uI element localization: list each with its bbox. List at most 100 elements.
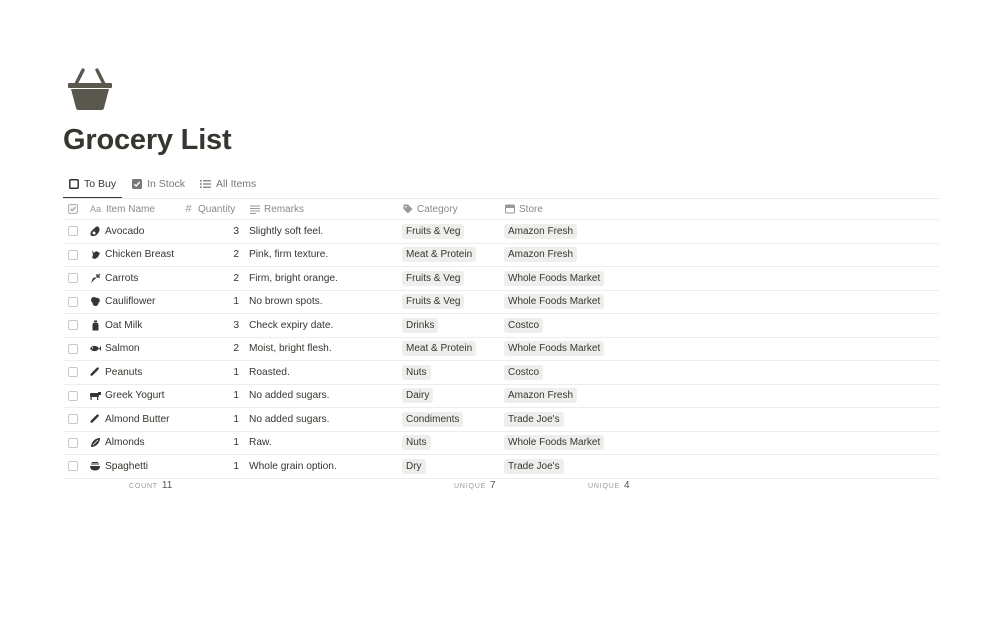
item-name-cell[interactable]: Cauliflower bbox=[89, 291, 155, 314]
quantity-cell[interactable]: 2 bbox=[183, 338, 239, 361]
remarks-cell[interactable]: No added sugars. bbox=[249, 385, 329, 408]
item-name: Cauliflower bbox=[105, 296, 156, 308]
store-cell[interactable]: Trade Joe's bbox=[504, 455, 564, 478]
store-cell[interactable]: Amazon Fresh bbox=[504, 385, 578, 408]
category-cell[interactable]: Drinks bbox=[402, 314, 439, 337]
column-header-category[interactable]: Category bbox=[402, 199, 458, 219]
column-label: Item Name bbox=[106, 203, 155, 215]
remarks-cell[interactable]: Check expiry date. bbox=[249, 314, 333, 337]
quantity-cell[interactable]: 1 bbox=[183, 432, 239, 455]
basket-icon[interactable] bbox=[66, 68, 114, 112]
item-name-cell[interactable]: Carrots bbox=[89, 267, 138, 290]
store-cell[interactable]: Costco bbox=[504, 314, 544, 337]
category-cell[interactable]: Dry bbox=[402, 455, 426, 478]
count-aggregate[interactable]: COUNT 11 bbox=[129, 480, 172, 491]
remarks-cell[interactable]: Pink, firm texture. bbox=[249, 244, 328, 267]
aggregate-value: 4 bbox=[624, 480, 630, 491]
table-row[interactable]: Spaghetti 1 Whole grain option. Dry Trad… bbox=[63, 455, 939, 479]
table-row[interactable]: Avocado 3 Slightly soft feel. Fruits & V… bbox=[63, 220, 939, 244]
category-cell[interactable]: Fruits & Veg bbox=[402, 267, 465, 290]
store-tag: Trade Joe's bbox=[504, 458, 564, 474]
category-cell[interactable]: Fruits & Veg bbox=[402, 291, 465, 314]
checkbox-icon bbox=[68, 249, 78, 260]
category-cell[interactable]: Nuts bbox=[402, 361, 431, 384]
store-tag: Costco bbox=[504, 364, 544, 380]
table-row[interactable]: Chicken Breast 2 Pink, firm texture. Mea… bbox=[63, 244, 939, 267]
category-unique-aggregate[interactable]: UNIQUE 7 bbox=[454, 480, 496, 491]
item-name-cell[interactable]: Oat Milk bbox=[89, 314, 142, 337]
remarks-cell[interactable]: No brown spots. bbox=[249, 291, 323, 314]
row-checkbox[interactable] bbox=[68, 244, 80, 267]
row-checkbox[interactable] bbox=[68, 361, 80, 384]
row-checkbox[interactable] bbox=[68, 385, 80, 408]
quantity-cell[interactable]: 3 bbox=[183, 314, 239, 337]
category-cell[interactable]: Fruits & Veg bbox=[402, 220, 465, 243]
table-row[interactable]: Almond Butter 1 No added sugars. Condime… bbox=[63, 408, 939, 432]
store-cell[interactable]: Costco bbox=[504, 361, 544, 384]
checkbox-icon bbox=[68, 226, 78, 237]
remarks-cell[interactable]: Whole grain option. bbox=[249, 455, 337, 478]
row-checkbox[interactable] bbox=[68, 314, 80, 337]
quantity-cell[interactable]: 1 bbox=[183, 291, 239, 314]
item-name-cell[interactable]: Salmon bbox=[89, 338, 140, 361]
store-tag: Trade Joe's bbox=[504, 411, 564, 427]
remarks-cell[interactable]: Slightly soft feel. bbox=[249, 220, 323, 243]
category-cell[interactable]: Dairy bbox=[402, 385, 434, 408]
category-cell[interactable]: Meat & Protein bbox=[402, 338, 477, 361]
remarks-cell[interactable]: Raw. bbox=[249, 432, 272, 455]
list-icon bbox=[200, 179, 212, 190]
column-header-quantity[interactable]: # Quantity bbox=[183, 199, 239, 219]
tab-in-stock[interactable]: In Stock bbox=[126, 173, 191, 195]
row-checkbox[interactable] bbox=[68, 455, 80, 478]
category-cell[interactable]: Nuts bbox=[402, 432, 431, 455]
table-row[interactable]: Salmon 2 Moist, bright flesh. Meat & Pro… bbox=[63, 338, 939, 361]
row-checkbox[interactable] bbox=[68, 291, 80, 314]
tab-to-buy[interactable]: To Buy bbox=[63, 173, 123, 199]
table-row[interactable]: Greek Yogurt 1 No added sugars. Dairy Am… bbox=[63, 385, 939, 408]
store-cell[interactable]: Whole Foods Market bbox=[504, 338, 605, 361]
column-header-store[interactable]: Store bbox=[504, 199, 543, 219]
column-header-remarks[interactable]: Remarks bbox=[249, 199, 304, 219]
quantity-cell[interactable]: 3 bbox=[183, 220, 239, 243]
column-header-item-name[interactable]: Aa Item Name bbox=[89, 199, 155, 219]
item-name-cell[interactable]: Spaghetti bbox=[89, 455, 148, 478]
table-row[interactable]: Carrots 2 Firm, bright orange. Fruits & … bbox=[63, 267, 939, 291]
remarks-cell[interactable]: Moist, bright flesh. bbox=[249, 338, 332, 361]
header-check[interactable] bbox=[68, 199, 80, 219]
table-row[interactable]: Oat Milk 3 Check expiry date. Drinks Cos… bbox=[63, 314, 939, 338]
store-cell[interactable]: Amazon Fresh bbox=[504, 244, 578, 267]
item-name-cell[interactable]: Almonds bbox=[89, 432, 145, 455]
row-checkbox[interactable] bbox=[68, 432, 80, 455]
remarks-cell[interactable]: Firm, bright orange. bbox=[249, 267, 338, 290]
quantity-cell[interactable]: 1 bbox=[183, 361, 239, 384]
table-row[interactable]: Peanuts 1 Roasted. Nuts Costco bbox=[63, 361, 939, 385]
row-checkbox[interactable] bbox=[68, 408, 80, 431]
category-cell[interactable]: Meat & Protein bbox=[402, 244, 477, 267]
quantity-cell[interactable]: 2 bbox=[183, 244, 239, 267]
quantity-cell[interactable]: 1 bbox=[183, 455, 239, 478]
page-title: Grocery List bbox=[63, 124, 232, 156]
row-checkbox[interactable] bbox=[68, 267, 80, 290]
tab-all-items[interactable]: All Items bbox=[195, 173, 262, 195]
row-checkbox[interactable] bbox=[68, 338, 80, 361]
store-cell[interactable]: Whole Foods Market bbox=[504, 291, 605, 314]
table-row[interactable]: Cauliflower 1 No brown spots. Fruits & V… bbox=[63, 291, 939, 314]
remarks-cell[interactable]: No added sugars. bbox=[249, 408, 329, 431]
quantity-cell[interactable]: 1 bbox=[183, 408, 239, 431]
store-unique-aggregate[interactable]: UNIQUE 4 bbox=[588, 480, 630, 491]
store-cell[interactable]: Amazon Fresh bbox=[504, 220, 578, 243]
item-name-cell[interactable]: Almond Butter bbox=[89, 408, 170, 431]
store-cell[interactable]: Whole Foods Market bbox=[504, 267, 605, 290]
quantity-cell[interactable]: 1 bbox=[183, 385, 239, 408]
row-checkbox[interactable] bbox=[68, 220, 80, 243]
category-cell[interactable]: Condiments bbox=[402, 408, 464, 431]
item-name-cell[interactable]: Peanuts bbox=[89, 361, 142, 384]
store-cell[interactable]: Trade Joe's bbox=[504, 408, 564, 431]
quantity-cell[interactable]: 2 bbox=[183, 267, 239, 290]
item-name-cell[interactable]: Chicken Breast bbox=[89, 244, 174, 267]
table-row[interactable]: Almonds 1 Raw. Nuts Whole Foods Market bbox=[63, 432, 939, 455]
item-name-cell[interactable]: Avocado bbox=[89, 220, 144, 243]
store-cell[interactable]: Whole Foods Market bbox=[504, 432, 605, 455]
remarks-cell[interactable]: Roasted. bbox=[249, 361, 290, 384]
item-name-cell[interactable]: Greek Yogurt bbox=[89, 385, 164, 408]
